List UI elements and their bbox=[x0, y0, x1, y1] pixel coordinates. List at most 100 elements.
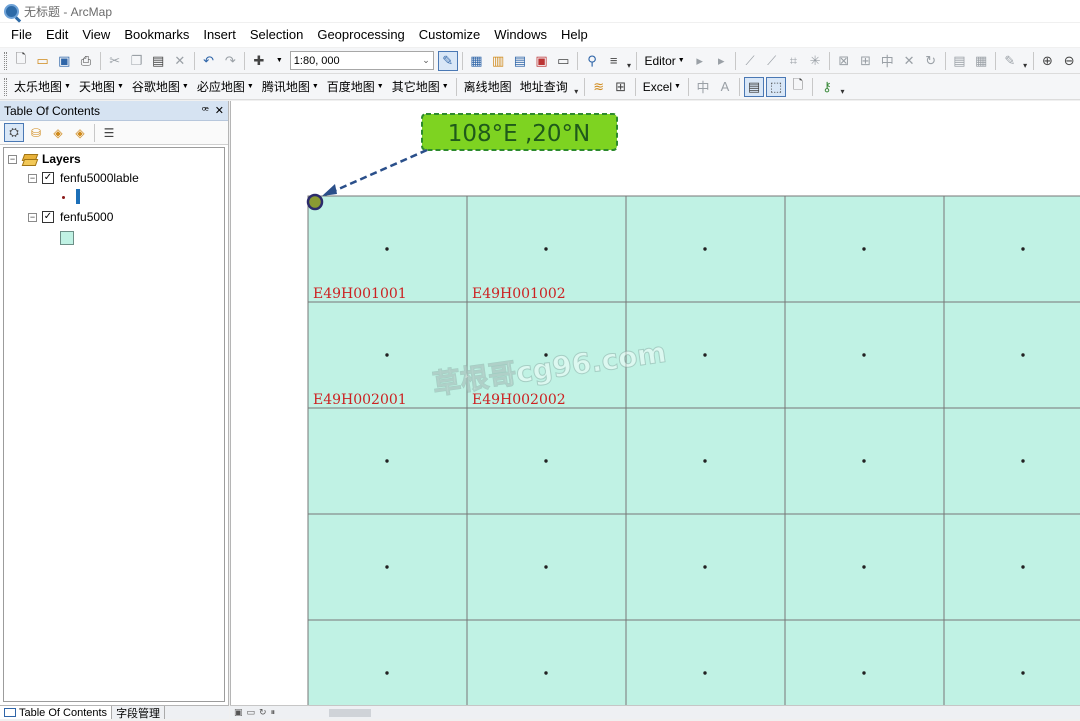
grid-cell[interactable] bbox=[307, 619, 468, 705]
zoom-in-icon[interactable]: ⊕ bbox=[1038, 51, 1058, 71]
list-by-source-icon[interactable]: ⛁ bbox=[26, 123, 46, 142]
grid-cell[interactable] bbox=[943, 513, 1080, 621]
menu-edit[interactable]: Edit bbox=[39, 24, 75, 46]
menu-windows[interactable]: Windows bbox=[487, 24, 554, 46]
toc-options-icon[interactable]: ☰ bbox=[99, 123, 119, 142]
add-data-dropdown[interactable]: ▼ bbox=[270, 57, 287, 64]
reshape-icon[interactable]: ⊞ bbox=[856, 51, 876, 71]
offline-map-button[interactable]: 离线地图 bbox=[460, 78, 516, 95]
grid-cell[interactable] bbox=[943, 195, 1080, 303]
basemap-dropdown-tianditu[interactable]: 天地图 ▼ bbox=[75, 78, 128, 95]
layer-visibility-checkbox[interactable]: ✓ bbox=[42, 211, 54, 223]
grid-cell[interactable] bbox=[466, 619, 627, 705]
toolbar-overflow-icon[interactable]: ▾ bbox=[838, 78, 847, 96]
zoom-out-icon[interactable]: ⊖ bbox=[1059, 51, 1079, 71]
pin-icon[interactable]: ꟹ bbox=[202, 104, 209, 117]
layout-view-icon[interactable]: 🗋 bbox=[788, 77, 808, 97]
arctoolbox-icon[interactable]: ▣ bbox=[532, 51, 552, 71]
menu-bookmarks[interactable]: Bookmarks bbox=[117, 24, 196, 46]
edit-annotation-icon[interactable]: ▸ bbox=[711, 51, 731, 71]
data-view-icon[interactable]: ▤ bbox=[743, 76, 764, 97]
select-features-icon[interactable]: ⬚ bbox=[765, 76, 786, 97]
pause-icon[interactable]: ⏸ bbox=[271, 707, 276, 718]
search-window-icon[interactable]: ▤ bbox=[510, 51, 530, 71]
layer-node-fenfu5000lable[interactable]: − ✓ fenfu5000lable bbox=[28, 171, 139, 185]
basemap-dropdown-baidu[interactable]: 百度地图 ▼ bbox=[323, 78, 388, 95]
copy-icon[interactable]: ❐ bbox=[127, 51, 147, 71]
straight-segment-icon[interactable]: ⟋ bbox=[740, 51, 760, 71]
tab-field-manager[interactable]: 字段管理 bbox=[112, 706, 166, 720]
point-symbol-icon[interactable] bbox=[62, 196, 65, 199]
basemap-dropdown-google[interactable]: 谷歌地图 ▼ bbox=[128, 78, 193, 95]
end-point-arc-icon[interactable]: ⟋ bbox=[762, 51, 782, 71]
editor-overflow-icon[interactable]: ▾ bbox=[1021, 52, 1030, 70]
menu-customize[interactable]: Customize bbox=[412, 24, 487, 46]
layers-root-node[interactable]: − Layers bbox=[8, 152, 81, 166]
table-of-contents-window-icon[interactable]: ▦ bbox=[467, 51, 487, 71]
map-canvas[interactable]: E49H001001 E49H001002 E49H002001 E49H002002… bbox=[231, 101, 1080, 705]
data-view-small-icon[interactable]: ▣ bbox=[234, 707, 243, 718]
toolbar-grip[interactable] bbox=[4, 77, 7, 96]
collapse-icon[interactable]: − bbox=[8, 154, 17, 164]
refresh-icon[interactable]: ↻ bbox=[259, 707, 267, 718]
label-center-icon[interactable]: 中 bbox=[693, 77, 713, 97]
undo-icon[interactable]: ↶ bbox=[199, 51, 219, 71]
basemap-dropdown-other[interactable]: 其它地图 ▼ bbox=[388, 78, 453, 95]
delete-icon[interactable]: ✕ bbox=[170, 51, 190, 71]
menu-selection[interactable]: Selection bbox=[243, 24, 310, 46]
map-scale-combobox[interactable]: 1:80, 000 ⌄ bbox=[289, 51, 434, 70]
editor-menu[interactable]: Editor ▼ bbox=[640, 54, 688, 68]
paste-icon[interactable]: ▤ bbox=[148, 51, 168, 71]
layer-visibility-checkbox[interactable]: ✓ bbox=[42, 172, 54, 184]
menu-help[interactable]: Help bbox=[554, 24, 595, 46]
list-by-drawing-order-icon[interactable]: ⛭ bbox=[4, 123, 24, 142]
key-icon[interactable]: ⚷ bbox=[817, 77, 837, 97]
list-by-selection-icon[interactable]: ◈ bbox=[70, 123, 90, 142]
layout-view-small-icon[interactable]: ▭ bbox=[247, 707, 256, 718]
excel-menu[interactable]: Excel ▼ bbox=[639, 80, 685, 94]
basemap-dropdown-bing[interactable]: 必应地图 ▼ bbox=[193, 78, 258, 95]
python-window-icon[interactable]: ▭ bbox=[553, 51, 573, 71]
editor-toolbar-toggle-icon[interactable]: ✎ bbox=[437, 50, 458, 71]
create-features-icon[interactable]: ✎ bbox=[1000, 51, 1020, 71]
list-by-visibility-icon[interactable]: ◈ bbox=[48, 123, 68, 142]
trace-icon[interactable]: ⌗ bbox=[784, 51, 804, 71]
menu-geoprocessing[interactable]: Geoprocessing bbox=[310, 24, 411, 46]
save-icon[interactable]: ▣ bbox=[54, 51, 74, 71]
horizontal-scrollbar[interactable] bbox=[329, 708, 372, 717]
address-search-button[interactable]: 地址查询 bbox=[516, 78, 572, 95]
redo-icon[interactable]: ↷ bbox=[220, 51, 240, 71]
add-data-icon[interactable]: ✚ bbox=[249, 51, 269, 71]
cut-icon[interactable]: ✂ bbox=[105, 51, 125, 71]
collapse-icon[interactable]: − bbox=[28, 173, 37, 183]
more-tools-icon[interactable]: ≡ bbox=[604, 51, 624, 71]
grid-icon[interactable]: ⊞ bbox=[611, 77, 631, 97]
open-folder-icon[interactable]: ▭ bbox=[33, 51, 53, 71]
edit-vertices-icon[interactable]: ⊠ bbox=[834, 51, 854, 71]
layer-node-fenfu5000[interactable]: − ✓ fenfu5000 bbox=[28, 210, 113, 224]
new-document-icon[interactable]: 🗋 bbox=[11, 51, 31, 71]
grid-cell[interactable] bbox=[784, 619, 945, 705]
basemap-dropdown-taile[interactable]: 太乐地图 ▼ bbox=[10, 78, 75, 95]
menu-file[interactable]: File bbox=[4, 24, 39, 46]
tab-table-of-contents[interactable]: Table Of Contents bbox=[0, 706, 113, 719]
sketch-properties-icon[interactable]: ▦ bbox=[971, 51, 991, 71]
polygon-symbol-icon[interactable] bbox=[60, 231, 74, 245]
model-builder-icon[interactable]: ⚲ bbox=[582, 51, 602, 71]
attributes-icon[interactable]: ▤ bbox=[950, 51, 970, 71]
edit-tool-icon[interactable]: ▸ bbox=[690, 51, 710, 71]
map-view[interactable]: E49H001001 E49H001002 E49H002001 E49H002002… bbox=[230, 101, 1080, 705]
toolbar-overflow-icon[interactable]: ▾ bbox=[625, 52, 634, 70]
collapse-icon[interactable]: − bbox=[28, 212, 37, 222]
cut-polygon-icon[interactable]: 中 bbox=[877, 51, 897, 71]
close-icon[interactable]: ✕ bbox=[215, 104, 224, 117]
print-icon[interactable]: ⎙ bbox=[76, 51, 96, 71]
text-icon[interactable]: A bbox=[715, 77, 735, 97]
menu-view[interactable]: View bbox=[75, 24, 117, 46]
grid-cell[interactable] bbox=[943, 619, 1080, 705]
rotate-icon[interactable]: ↻ bbox=[921, 51, 941, 71]
split-icon[interactable]: ✕ bbox=[899, 51, 919, 71]
grid-cell[interactable] bbox=[943, 301, 1080, 409]
menu-insert[interactable]: Insert bbox=[196, 24, 243, 46]
layer-stack-icon[interactable]: ≋ bbox=[589, 77, 609, 97]
